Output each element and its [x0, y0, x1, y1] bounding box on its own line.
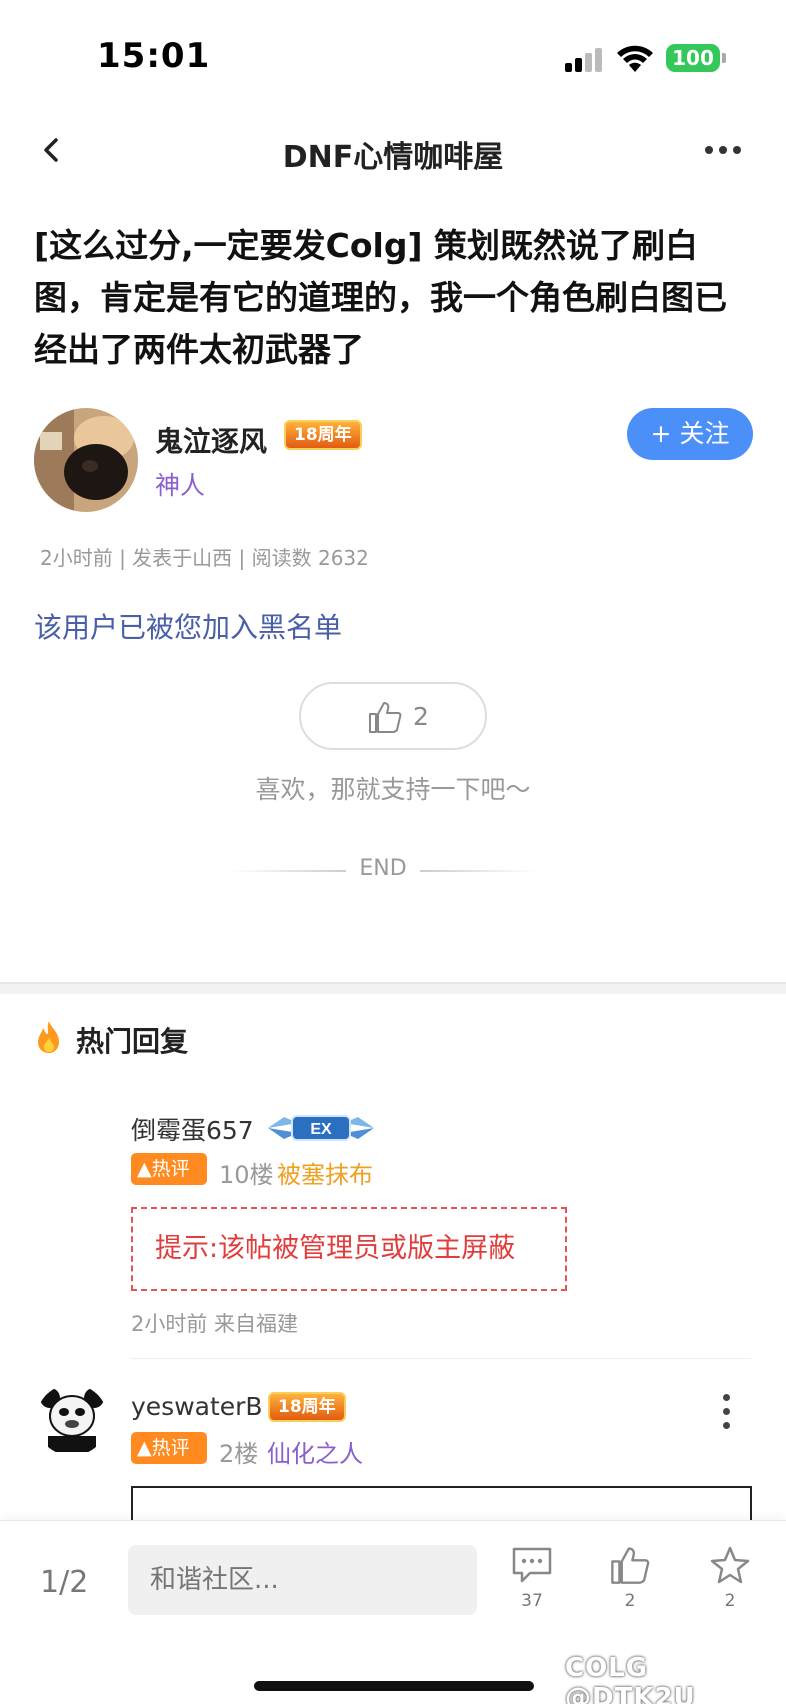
like-action-count: 2 [624, 1591, 636, 1611]
post-title: [这么过分,一定要发Colg] 策划既然说了刷白图，肯定是有它的道理的，我一个角… [34, 226, 727, 369]
fire-icon: ▲ [137, 1437, 152, 1459]
floor-number: 10楼 [219, 1161, 274, 1189]
thumbs-up-icon [369, 702, 402, 733]
user-rank: 仙化之人 [267, 1440, 363, 1468]
ex-level-badge: EX [268, 1115, 374, 1141]
end-line-right [420, 870, 536, 872]
favorite-button[interactable]: 2 [700, 1545, 760, 1625]
hot-comment-tag: ▲热评 [131, 1432, 207, 1464]
hot-replies-title: 热门回复 [76, 1025, 189, 1058]
follow-button[interactable]: + 关注 [627, 408, 753, 460]
reply-author-name[interactable]: 倒霉蛋657 [131, 1111, 254, 1147]
section-divider [0, 982, 786, 994]
fire-icon: ▲ [137, 1158, 152, 1180]
blacklist-notice: 该用户已被您加入黑名单 [34, 611, 343, 644]
post-meta: 2小时前 | 发表于山西 | 阅读数 2632 [40, 546, 369, 570]
reply-avatar[interactable] [36, 1384, 108, 1456]
comment-icon [512, 1547, 552, 1583]
like-count: 2 [413, 702, 429, 731]
svg-text:EX: EX [310, 1121, 332, 1138]
end-label: END [359, 856, 407, 881]
anniversary-badge: 18周年 [268, 1392, 346, 1422]
battery-cap [722, 53, 726, 63]
hot-comment-tag: ▲热评 [131, 1153, 207, 1185]
blocked-notice: 提示:该帖被管理员或版主屏蔽 [131, 1207, 567, 1291]
comment-input[interactable] [128, 1545, 477, 1615]
wifi-icon [617, 45, 653, 72]
bottom-bar: 1/2 37 2 2 COLG @DTK2U [0, 1520, 786, 1704]
page-title: DNF心情咖啡屋 [282, 140, 504, 175]
author-name[interactable]: 鬼泣逐风 [155, 420, 267, 460]
fire-icon [38, 1021, 59, 1053]
watermark: COLG @DTK2U [565, 1653, 696, 1704]
comment-count: 37 [521, 1591, 543, 1611]
end-marker: END [230, 856, 536, 886]
status-bar: 15:01 100 [0, 0, 786, 110]
author-avatar[interactable] [34, 408, 138, 512]
more-options-icon[interactable] [705, 146, 743, 156]
star-icon [710, 1546, 750, 1584]
home-indicator[interactable] [254, 1681, 534, 1691]
favorite-count: 2 [724, 1591, 736, 1611]
user-rank: 被塞抹布 [277, 1161, 373, 1189]
anniversary-badge: 18周年 [284, 420, 362, 450]
author-title: 神人 [155, 471, 206, 500]
like-button[interactable]: 2 [299, 682, 487, 750]
reply-more-icon[interactable] [722, 1394, 732, 1430]
reply-time: 2小时前 来自福建 [131, 1312, 299, 1336]
status-time: 15:01 [97, 36, 211, 76]
nav-bar: DNF心情咖啡屋 [0, 110, 786, 190]
comment-button[interactable]: 37 [502, 1545, 562, 1625]
battery-indicator: 100 [666, 44, 720, 72]
support-text: 喜欢，那就支持一下吧～ [255, 775, 531, 804]
cellular-signal-icon [565, 48, 605, 72]
reply-author-name[interactable]: yeswaterB [131, 1392, 263, 1421]
page-indicator[interactable]: 1/2 [40, 1565, 88, 1600]
reply-separator [131, 1358, 751, 1359]
like-action-button[interactable]: 2 [600, 1545, 660, 1625]
floor-number: 2楼 [219, 1440, 259, 1468]
thumbs-up-icon [611, 1547, 650, 1584]
